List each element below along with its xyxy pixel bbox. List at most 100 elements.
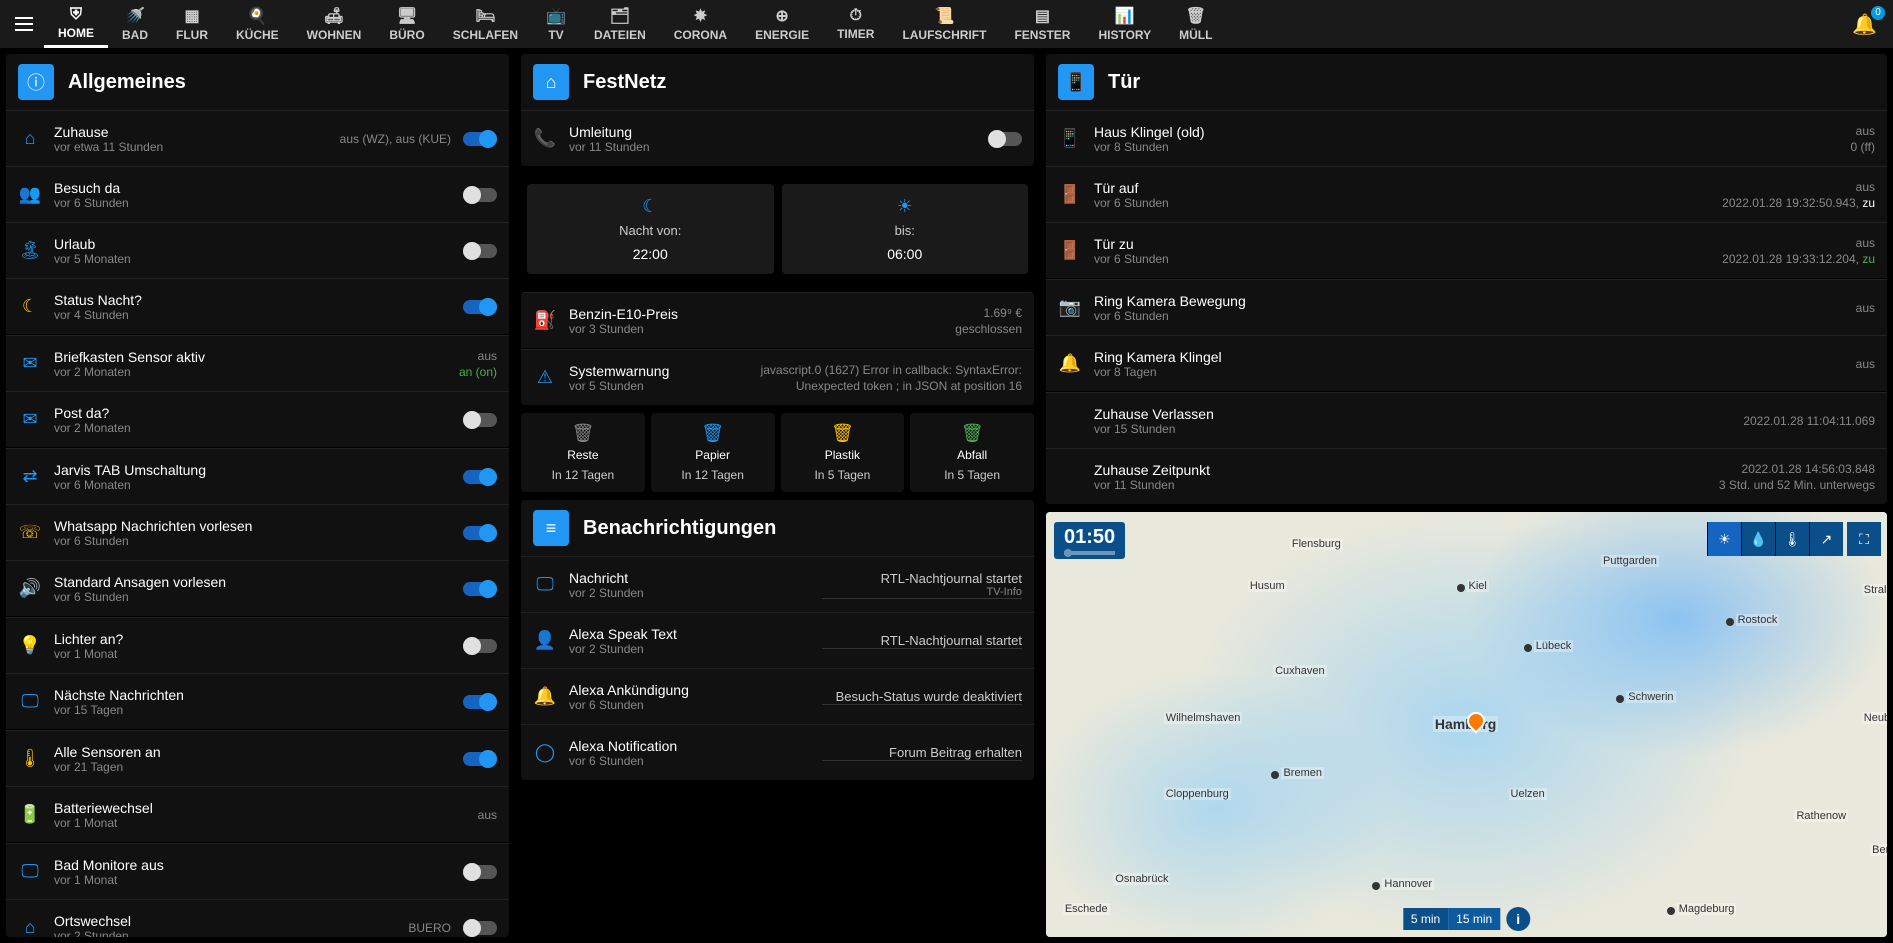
row-item[interactable]: 🖵Bad Monitore ausvor 1 Monat (6, 843, 509, 899)
tab-tv[interactable]: 📺TV (532, 0, 580, 48)
row-item[interactable]: 📱Haus Klingel (old)vor 8 Stundenaus0 (ff… (1046, 110, 1887, 166)
toggle-switch[interactable] (463, 639, 497, 653)
row-item[interactable]: 🔔Alexa Ankündigungvor 6 StundenBesuch-St… (521, 668, 1034, 724)
toggle-switch[interactable] (463, 752, 497, 766)
tab-küche[interactable]: 🍳KÜCHE (222, 0, 293, 48)
row-item[interactable]: 💡Lichter an?vor 1 Monat (6, 617, 509, 673)
row-item[interactable]: ✉Briefkasten Sensor aktivvor 2 Monatenau… (6, 335, 509, 391)
row-item[interactable]: Zuhause Verlassenvor 15 Stunden2022.01.2… (1046, 392, 1887, 448)
map-city-label: Stralsund (1862, 584, 1887, 596)
tab-corona[interactable]: ✸CORONA (660, 0, 741, 48)
row-icon: ☏ (18, 522, 42, 543)
map-city-label: Bremen (1281, 767, 1324, 779)
toggle-switch[interactable] (463, 188, 497, 202)
list-icon: ≡ (533, 510, 569, 546)
tab-energie[interactable]: ⊕ENERGIE (741, 0, 823, 48)
map-city-label: Uelzen (1509, 788, 1547, 800)
top-bar: ⛨HOME🚿BAD▦FLUR🍳KÜCHE🛋WOHNEN🖥BÜRO🛏SCHLAFE… (0, 0, 1893, 48)
row-icon: 🏝 (18, 240, 42, 261)
tab-icon: ⛨ (70, 6, 82, 24)
tab-history[interactable]: 📊HISTORY (1084, 0, 1165, 48)
map-city-label: Osnabrück (1113, 873, 1170, 885)
tab-wohnen[interactable]: 🛋WOHNEN (293, 0, 376, 48)
tab-büro[interactable]: 🖥BÜRO (375, 0, 438, 48)
row-item[interactable]: ⇄Jarvis TAB Umschaltungvor 6 Monaten (6, 448, 509, 504)
toggle-switch[interactable] (463, 582, 497, 596)
row-item[interactable]: 👤Alexa Speak Textvor 2 StundenRTL-Nachtj… (521, 612, 1034, 668)
tab-dateien[interactable]: 🗂DATEIEN (580, 0, 660, 48)
map-city-label: Rostock (1736, 614, 1780, 626)
row-icon: 👥 (18, 184, 42, 205)
row-item[interactable]: 🖵Nächste Nachrichtenvor 15 Tagen (6, 673, 509, 729)
layer-rain-icon[interactable]: 💧 (1741, 522, 1775, 556)
map-city-label: Cloppenburg (1164, 788, 1231, 800)
row-item[interactable]: 🔊Standard Ansagen vorlesenvor 6 Stunden (6, 560, 509, 616)
layer-temp-icon[interactable]: 🌡 (1775, 522, 1809, 556)
row-item[interactable]: ⚠Systemwarnungvor 5 Stundenjavascript.0 … (521, 349, 1034, 405)
trash-icon: 🗑 (785, 423, 901, 444)
night-from-card[interactable]: ☾ Nacht von: 22:00 (527, 184, 774, 274)
bell-badge: 0 (1871, 6, 1885, 20)
toggle-switch[interactable] (463, 244, 497, 258)
row-item[interactable]: 👥Besuch davor 6 Stunden (6, 166, 509, 222)
toggle-switch[interactable] (463, 921, 497, 935)
row-icon: ⚠ (533, 367, 557, 388)
toggle-switch[interactable] (463, 865, 497, 879)
tab-müll[interactable]: 🗑MÜLL (1165, 0, 1226, 48)
umleitung-toggle[interactable] (988, 132, 1022, 146)
row-item[interactable]: 🔔Ring Kamera Klingelvor 8 Tagenaus (1046, 335, 1887, 391)
layer-sun-icon[interactable]: ☀ (1707, 522, 1741, 556)
row-item[interactable]: ☾Status Nacht?vor 4 Stunden (6, 278, 509, 334)
tab-timer[interactable]: ⏱TIMER (823, 0, 888, 48)
sunrise-icon: ☀ (794, 196, 1017, 217)
row-item[interactable]: 🌡Alle Sensoren anvor 21 Tagen (6, 730, 509, 786)
card-title: FestNetz (583, 71, 666, 94)
night-to-card[interactable]: ☀ bis: 06:00 (782, 184, 1029, 274)
row-item[interactable]: Zuhause Zeitpunktvor 11 Stunden2022.01.2… (1046, 448, 1887, 504)
tab-schlafen[interactable]: 🛏SCHLAFEN (439, 0, 532, 48)
tab-laufschrift[interactable]: 📜LAUFSCHRIFT (888, 0, 1000, 48)
tab-icon: 📺 (546, 6, 566, 26)
map-city-label: Lübeck (1534, 640, 1573, 652)
row-item[interactable]: ⌂Ortswechselvor 2 StundenBUERO (6, 899, 509, 937)
interval-5min[interactable]: 5 min (1403, 908, 1448, 930)
row-item[interactable]: 🖵Nachrichtvor 2 StundenRTL-Nachtjournal … (521, 556, 1034, 612)
trash-tile[interactable]: 🗑ResteIn 12 Tagen (521, 413, 645, 492)
row-item[interactable]: 🔋Batteriewechselvor 1 Monataus (6, 786, 509, 842)
row-item[interactable]: ⌂Zuhausevor etwa 11 Stundenaus (WZ), aus… (6, 110, 509, 166)
trash-tile[interactable]: 🗑AbfallIn 5 Tagen (910, 413, 1034, 492)
tab-icon: 🍳 (247, 6, 267, 26)
trash-tile[interactable]: 🗑PlastikIn 5 Tagen (781, 413, 905, 492)
row-item[interactable]: 🏝Urlaubvor 5 Monaten (6, 222, 509, 278)
tab-home[interactable]: ⛨HOME (44, 0, 108, 48)
row-item[interactable]: ✉Post da?vor 2 Monaten (6, 391, 509, 447)
row-icon: 🖵 (18, 691, 42, 712)
row-item[interactable]: 🚪Tür zuvor 6 Stundenaus2022.01.28 19:33:… (1046, 222, 1887, 278)
tab-fenster[interactable]: ▤FENSTER (1000, 0, 1084, 48)
toggle-switch[interactable] (463, 526, 497, 540)
tab-flur[interactable]: ▦FLUR (162, 0, 222, 48)
layer-wind-icon[interactable]: ↗ (1809, 522, 1843, 556)
notifications-bell[interactable]: 🔔0 (1852, 12, 1877, 37)
toggle-switch[interactable] (463, 132, 497, 146)
tab-bad[interactable]: 🚿BAD (108, 0, 162, 48)
map-city-label: Husum (1248, 580, 1287, 592)
row-item[interactable]: ☏Whatsapp Nachrichten vorlesenvor 6 Stun… (6, 504, 509, 560)
menu-button[interactable] (8, 8, 40, 40)
tab-icon: 🚿 (125, 6, 145, 26)
weather-map[interactable]: FlensburgHusumKielPuttgardenCuxhavenLübe… (1046, 512, 1887, 937)
row-item[interactable]: 🚪Tür aufvor 6 Stundenaus2022.01.28 19:32… (1046, 166, 1887, 222)
toggle-switch[interactable] (463, 470, 497, 484)
row-item[interactable]: ⛽Benzin-E10-Preisvor 3 Stunden1.69⁹ €ges… (521, 292, 1034, 348)
row-icon: 🔔 (1058, 353, 1082, 374)
trash-tile[interactable]: 🗑PapierIn 12 Tagen (651, 413, 775, 492)
fullscreen-button[interactable]: ⛶ (1847, 522, 1881, 556)
interval-15min[interactable]: 15 min (1448, 908, 1500, 930)
map-info-button[interactable]: i (1506, 907, 1530, 931)
toggle-switch[interactable] (463, 695, 497, 709)
row-item[interactable]: 📷Ring Kamera Bewegungvor 6 Stundenaus (1046, 279, 1887, 335)
toggle-switch[interactable] (463, 413, 497, 427)
tab-icon: ✸ (694, 6, 707, 26)
row-item[interactable]: ◯Alexa Notificationvor 6 StundenForum Be… (521, 724, 1034, 780)
toggle-switch[interactable] (463, 300, 497, 314)
